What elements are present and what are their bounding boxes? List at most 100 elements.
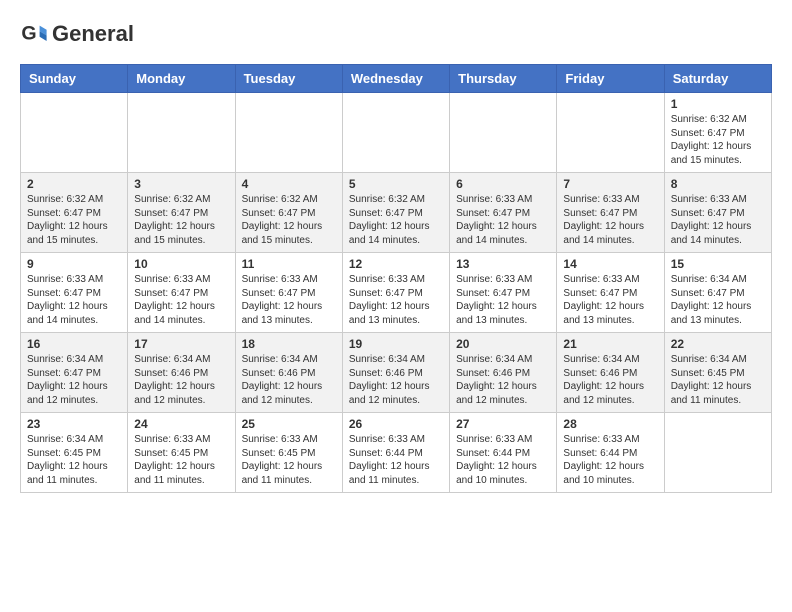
calendar-cell: [342, 93, 449, 173]
calendar-cell: 17Sunrise: 6:34 AM Sunset: 6:46 PM Dayli…: [128, 333, 235, 413]
day-info: Sunrise: 6:34 AM Sunset: 6:47 PM Dayligh…: [671, 273, 765, 327]
calendar-cell: 28 Sunrise: 6:33 AM Sunset: 6:44 PM Dayli…: [557, 413, 664, 493]
calendar-cell: 21 Sunrise: 6:34 AM Sunset: 6:46 PM Dayli…: [557, 333, 664, 413]
day-info: Sunrise: 6:33 AM Sunset: 6:45 PM Dayligh…: [134, 433, 228, 487]
day-info: Sunrise: 6:33 AM Sunset: 6:47 PM Dayligh…: [456, 273, 550, 327]
day-info: Sunrise: 6:33 AM Sunset: 6:47 PM Dayligh…: [349, 273, 443, 327]
weekday-header-sunday: Sunday: [21, 65, 128, 93]
calendar-week-5: 23 Sunrise: 6:34 AM Sunset: 6:45 PM Dayli…: [21, 413, 772, 493]
calendar-cell: 15 Sunrise: 6:34 AM Sunset: 6:47 PM Dayli…: [664, 253, 771, 333]
day-info: Sunrise: 6:34 AM Sunset: 6:47 PM Dayligh…: [27, 353, 121, 407]
day-number: 4: [242, 177, 336, 191]
calendar-cell: 2Sunrise: 6:32 AM Sunset: 6:47 PM Daylig…: [21, 173, 128, 253]
day-info: Sunrise: 6:34 AM Sunset: 6:46 PM Dayligh…: [563, 353, 657, 407]
calendar-cell: 3 Sunrise: 6:32 AM Sunset: 6:47 PM Daylig…: [128, 173, 235, 253]
calendar-header-row: SundayMondayTuesdayWednesdayThursdayFrid…: [21, 65, 772, 93]
calendar-cell: [450, 93, 557, 173]
day-info: Sunrise: 6:32 AM Sunset: 6:47 PM Dayligh…: [27, 193, 121, 247]
calendar-cell: 27 Sunrise: 6:33 AM Sunset: 6:44 PM Dayli…: [450, 413, 557, 493]
day-number: 15: [671, 257, 765, 271]
day-number: 7: [563, 177, 657, 191]
svg-text:G: G: [21, 23, 36, 45]
logo-text: General: [52, 22, 134, 46]
calendar-cell: 4 Sunrise: 6:32 AM Sunset: 6:47 PM Daylig…: [235, 173, 342, 253]
day-number: 14: [563, 257, 657, 271]
calendar-cell: 5 Sunrise: 6:32 AM Sunset: 6:47 PM Daylig…: [342, 173, 449, 253]
day-info: Sunrise: 6:33 AM Sunset: 6:44 PM Dayligh…: [456, 433, 550, 487]
day-number: 28: [563, 417, 657, 431]
day-info: Sunrise: 6:34 AM Sunset: 6:46 PM Dayligh…: [349, 353, 443, 407]
calendar-cell: 18 Sunrise: 6:34 AM Sunset: 6:46 PM Dayli…: [235, 333, 342, 413]
day-info: Sunrise: 6:33 AM Sunset: 6:45 PM Dayligh…: [242, 433, 336, 487]
day-info: Sunrise: 6:34 AM Sunset: 6:45 PM Dayligh…: [27, 433, 121, 487]
day-info: Sunrise: 6:33 AM Sunset: 6:47 PM Dayligh…: [671, 193, 765, 247]
day-info: Sunrise: 6:34 AM Sunset: 6:46 PM Dayligh…: [242, 353, 336, 407]
calendar-week-4: 16 Sunrise: 6:34 AM Sunset: 6:47 PM Dayli…: [21, 333, 772, 413]
day-info: Sunrise: 6:32 AM Sunset: 6:47 PM Dayligh…: [349, 193, 443, 247]
day-info: Sunrise: 6:33 AM Sunset: 6:47 PM Dayligh…: [563, 273, 657, 327]
day-number: 24: [134, 417, 228, 431]
weekday-header-monday: Monday: [128, 65, 235, 93]
day-number: 20: [456, 337, 550, 351]
day-info: Sunrise: 6:32 AM Sunset: 6:47 PM Dayligh…: [671, 113, 765, 167]
weekday-header-friday: Friday: [557, 65, 664, 93]
calendar-cell: 24 Sunrise: 6:33 AM Sunset: 6:45 PM Dayli…: [128, 413, 235, 493]
calendar-cell: 1 Sunrise: 6:32 AM Sunset: 6:47 PM Daylig…: [664, 93, 771, 173]
day-info: Sunrise: 6:33 AM Sunset: 6:47 PM Dayligh…: [242, 273, 336, 327]
day-number: 1: [671, 97, 765, 111]
calendar-cell: [235, 93, 342, 173]
page-header: G General: [20, 20, 772, 48]
day-number: 23: [27, 417, 121, 431]
calendar-table: SundayMondayTuesdayWednesdayThursdayFrid…: [20, 64, 772, 493]
calendar-cell: 12 Sunrise: 6:33 AM Sunset: 6:47 PM Dayli…: [342, 253, 449, 333]
calendar-cell: 22Sunrise: 6:34 AM Sunset: 6:45 PM Dayli…: [664, 333, 771, 413]
day-number: 18: [242, 337, 336, 351]
day-number: 13: [456, 257, 550, 271]
logo: G General: [20, 20, 134, 48]
day-number: 21: [563, 337, 657, 351]
weekday-header-saturday: Saturday: [664, 65, 771, 93]
day-number: 10: [134, 257, 228, 271]
calendar-cell: 6Sunrise: 6:33 AM Sunset: 6:47 PM Daylig…: [450, 173, 557, 253]
calendar-cell: [664, 413, 771, 493]
day-info: Sunrise: 6:34 AM Sunset: 6:45 PM Dayligh…: [671, 353, 765, 407]
day-info: Sunrise: 6:34 AM Sunset: 6:46 PM Dayligh…: [134, 353, 228, 407]
day-info: Sunrise: 6:33 AM Sunset: 6:47 PM Dayligh…: [563, 193, 657, 247]
day-info: Sunrise: 6:33 AM Sunset: 6:47 PM Dayligh…: [134, 273, 228, 327]
day-info: Sunrise: 6:33 AM Sunset: 6:47 PM Dayligh…: [27, 273, 121, 327]
day-number: 3: [134, 177, 228, 191]
calendar-cell: 10 Sunrise: 6:33 AM Sunset: 6:47 PM Dayli…: [128, 253, 235, 333]
day-number: 5: [349, 177, 443, 191]
weekday-header-thursday: Thursday: [450, 65, 557, 93]
calendar-cell: 8 Sunrise: 6:33 AM Sunset: 6:47 PM Daylig…: [664, 173, 771, 253]
logo-icon: G: [20, 20, 48, 48]
day-info: Sunrise: 6:33 AM Sunset: 6:44 PM Dayligh…: [563, 433, 657, 487]
calendar-cell: [557, 93, 664, 173]
calendar-cell: 23 Sunrise: 6:34 AM Sunset: 6:45 PM Dayli…: [21, 413, 128, 493]
calendar-cell: [128, 93, 235, 173]
day-info: Sunrise: 6:33 AM Sunset: 6:44 PM Dayligh…: [349, 433, 443, 487]
day-number: 11: [242, 257, 336, 271]
calendar-cell: [21, 93, 128, 173]
calendar-cell: 19 Sunrise: 6:34 AM Sunset: 6:46 PM Dayli…: [342, 333, 449, 413]
calendar-cell: 13 Sunrise: 6:33 AM Sunset: 6:47 PM Dayli…: [450, 253, 557, 333]
weekday-header-wednesday: Wednesday: [342, 65, 449, 93]
day-number: 19: [349, 337, 443, 351]
day-number: 16: [27, 337, 121, 351]
day-number: 12: [349, 257, 443, 271]
day-number: 27: [456, 417, 550, 431]
day-number: 9: [27, 257, 121, 271]
calendar-cell: 25 Sunrise: 6:33 AM Sunset: 6:45 PM Dayli…: [235, 413, 342, 493]
day-number: 26: [349, 417, 443, 431]
calendar-cell: 9 Sunrise: 6:33 AM Sunset: 6:47 PM Daylig…: [21, 253, 128, 333]
day-number: 8: [671, 177, 765, 191]
day-number: 25: [242, 417, 336, 431]
day-info: Sunrise: 6:33 AM Sunset: 6:47 PM Dayligh…: [456, 193, 550, 247]
calendar-week-3: 9 Sunrise: 6:33 AM Sunset: 6:47 PM Daylig…: [21, 253, 772, 333]
day-info: Sunrise: 6:32 AM Sunset: 6:47 PM Dayligh…: [242, 193, 336, 247]
calendar-cell: 26 Sunrise: 6:33 AM Sunset: 6:44 PM Dayli…: [342, 413, 449, 493]
day-info: Sunrise: 6:32 AM Sunset: 6:47 PM Dayligh…: [134, 193, 228, 247]
calendar-cell: 14 Sunrise: 6:33 AM Sunset: 6:47 PM Dayli…: [557, 253, 664, 333]
calendar-week-1: 1 Sunrise: 6:32 AM Sunset: 6:47 PM Daylig…: [21, 93, 772, 173]
calendar-week-2: 2Sunrise: 6:32 AM Sunset: 6:47 PM Daylig…: [21, 173, 772, 253]
